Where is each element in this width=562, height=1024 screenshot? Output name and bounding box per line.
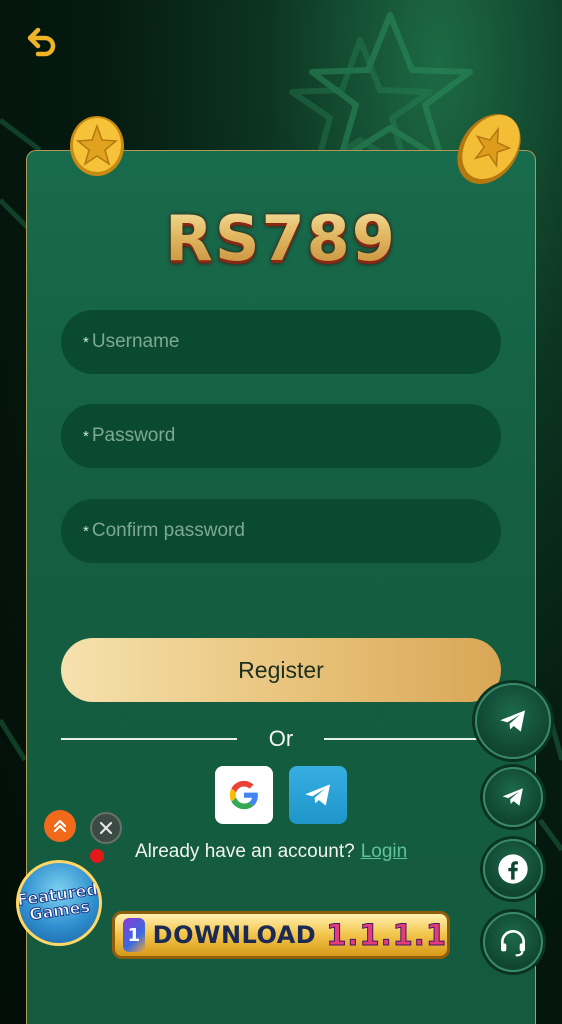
scroll-up-button[interactable]: [44, 810, 76, 842]
register-button[interactable]: Register: [61, 638, 501, 702]
download-label: DOWNLOAD: [152, 921, 317, 949]
login-prompt: Already have an account? Login: [135, 841, 407, 863]
account-prompt-text: Already have an account?: [135, 841, 355, 862]
close-button[interactable]: [90, 812, 122, 844]
facebook-icon: [498, 854, 528, 884]
confirm-password-field[interactable]: * Confirm password: [61, 499, 501, 563]
back-button[interactable]: [22, 22, 62, 62]
telegram-icon: [500, 710, 526, 732]
download-app-banner[interactable]: 1 DOWNLOAD 1.1.1.1: [112, 911, 450, 959]
google-icon: [229, 780, 258, 810]
facebook-button[interactable]: [483, 839, 543, 899]
coin-icon: [70, 116, 124, 176]
support-button[interactable]: [483, 912, 543, 972]
divider-line: [324, 738, 501, 740]
brand-logo: RS789: [0, 202, 562, 275]
telegram-float-button[interactable]: [475, 683, 551, 759]
confirm-password-placeholder: Confirm password: [91, 520, 245, 541]
required-mark: *: [83, 427, 89, 445]
back-arrow-icon: [27, 27, 56, 57]
double-chevron-up-icon: [53, 819, 67, 833]
notification-dot: [90, 849, 104, 863]
coin-icon: [457, 113, 521, 185]
password-field[interactable]: * Password: [61, 404, 501, 468]
app-icon: 1: [123, 918, 145, 952]
headset-icon: [501, 930, 525, 957]
required-mark: *: [83, 333, 89, 351]
google-login-button[interactable]: [215, 766, 273, 824]
close-icon: [99, 821, 113, 835]
or-divider: Or: [61, 724, 501, 754]
telegram-channel-button[interactable]: [483, 767, 543, 827]
username-field[interactable]: * Username: [61, 310, 501, 374]
telegram-icon: [305, 784, 331, 806]
register-card: [26, 150, 536, 1024]
login-link[interactable]: Login: [361, 841, 408, 862]
featured-games-label: Featured Games: [19, 879, 99, 925]
password-placeholder: Password: [91, 425, 176, 446]
telegram-icon: [502, 788, 523, 806]
download-version: 1.1.1.1: [326, 918, 447, 953]
username-placeholder: Username: [91, 331, 180, 352]
telegram-login-button[interactable]: [289, 766, 347, 824]
featured-games-button[interactable]: Featured Games: [16, 860, 102, 946]
required-mark: *: [83, 522, 89, 540]
